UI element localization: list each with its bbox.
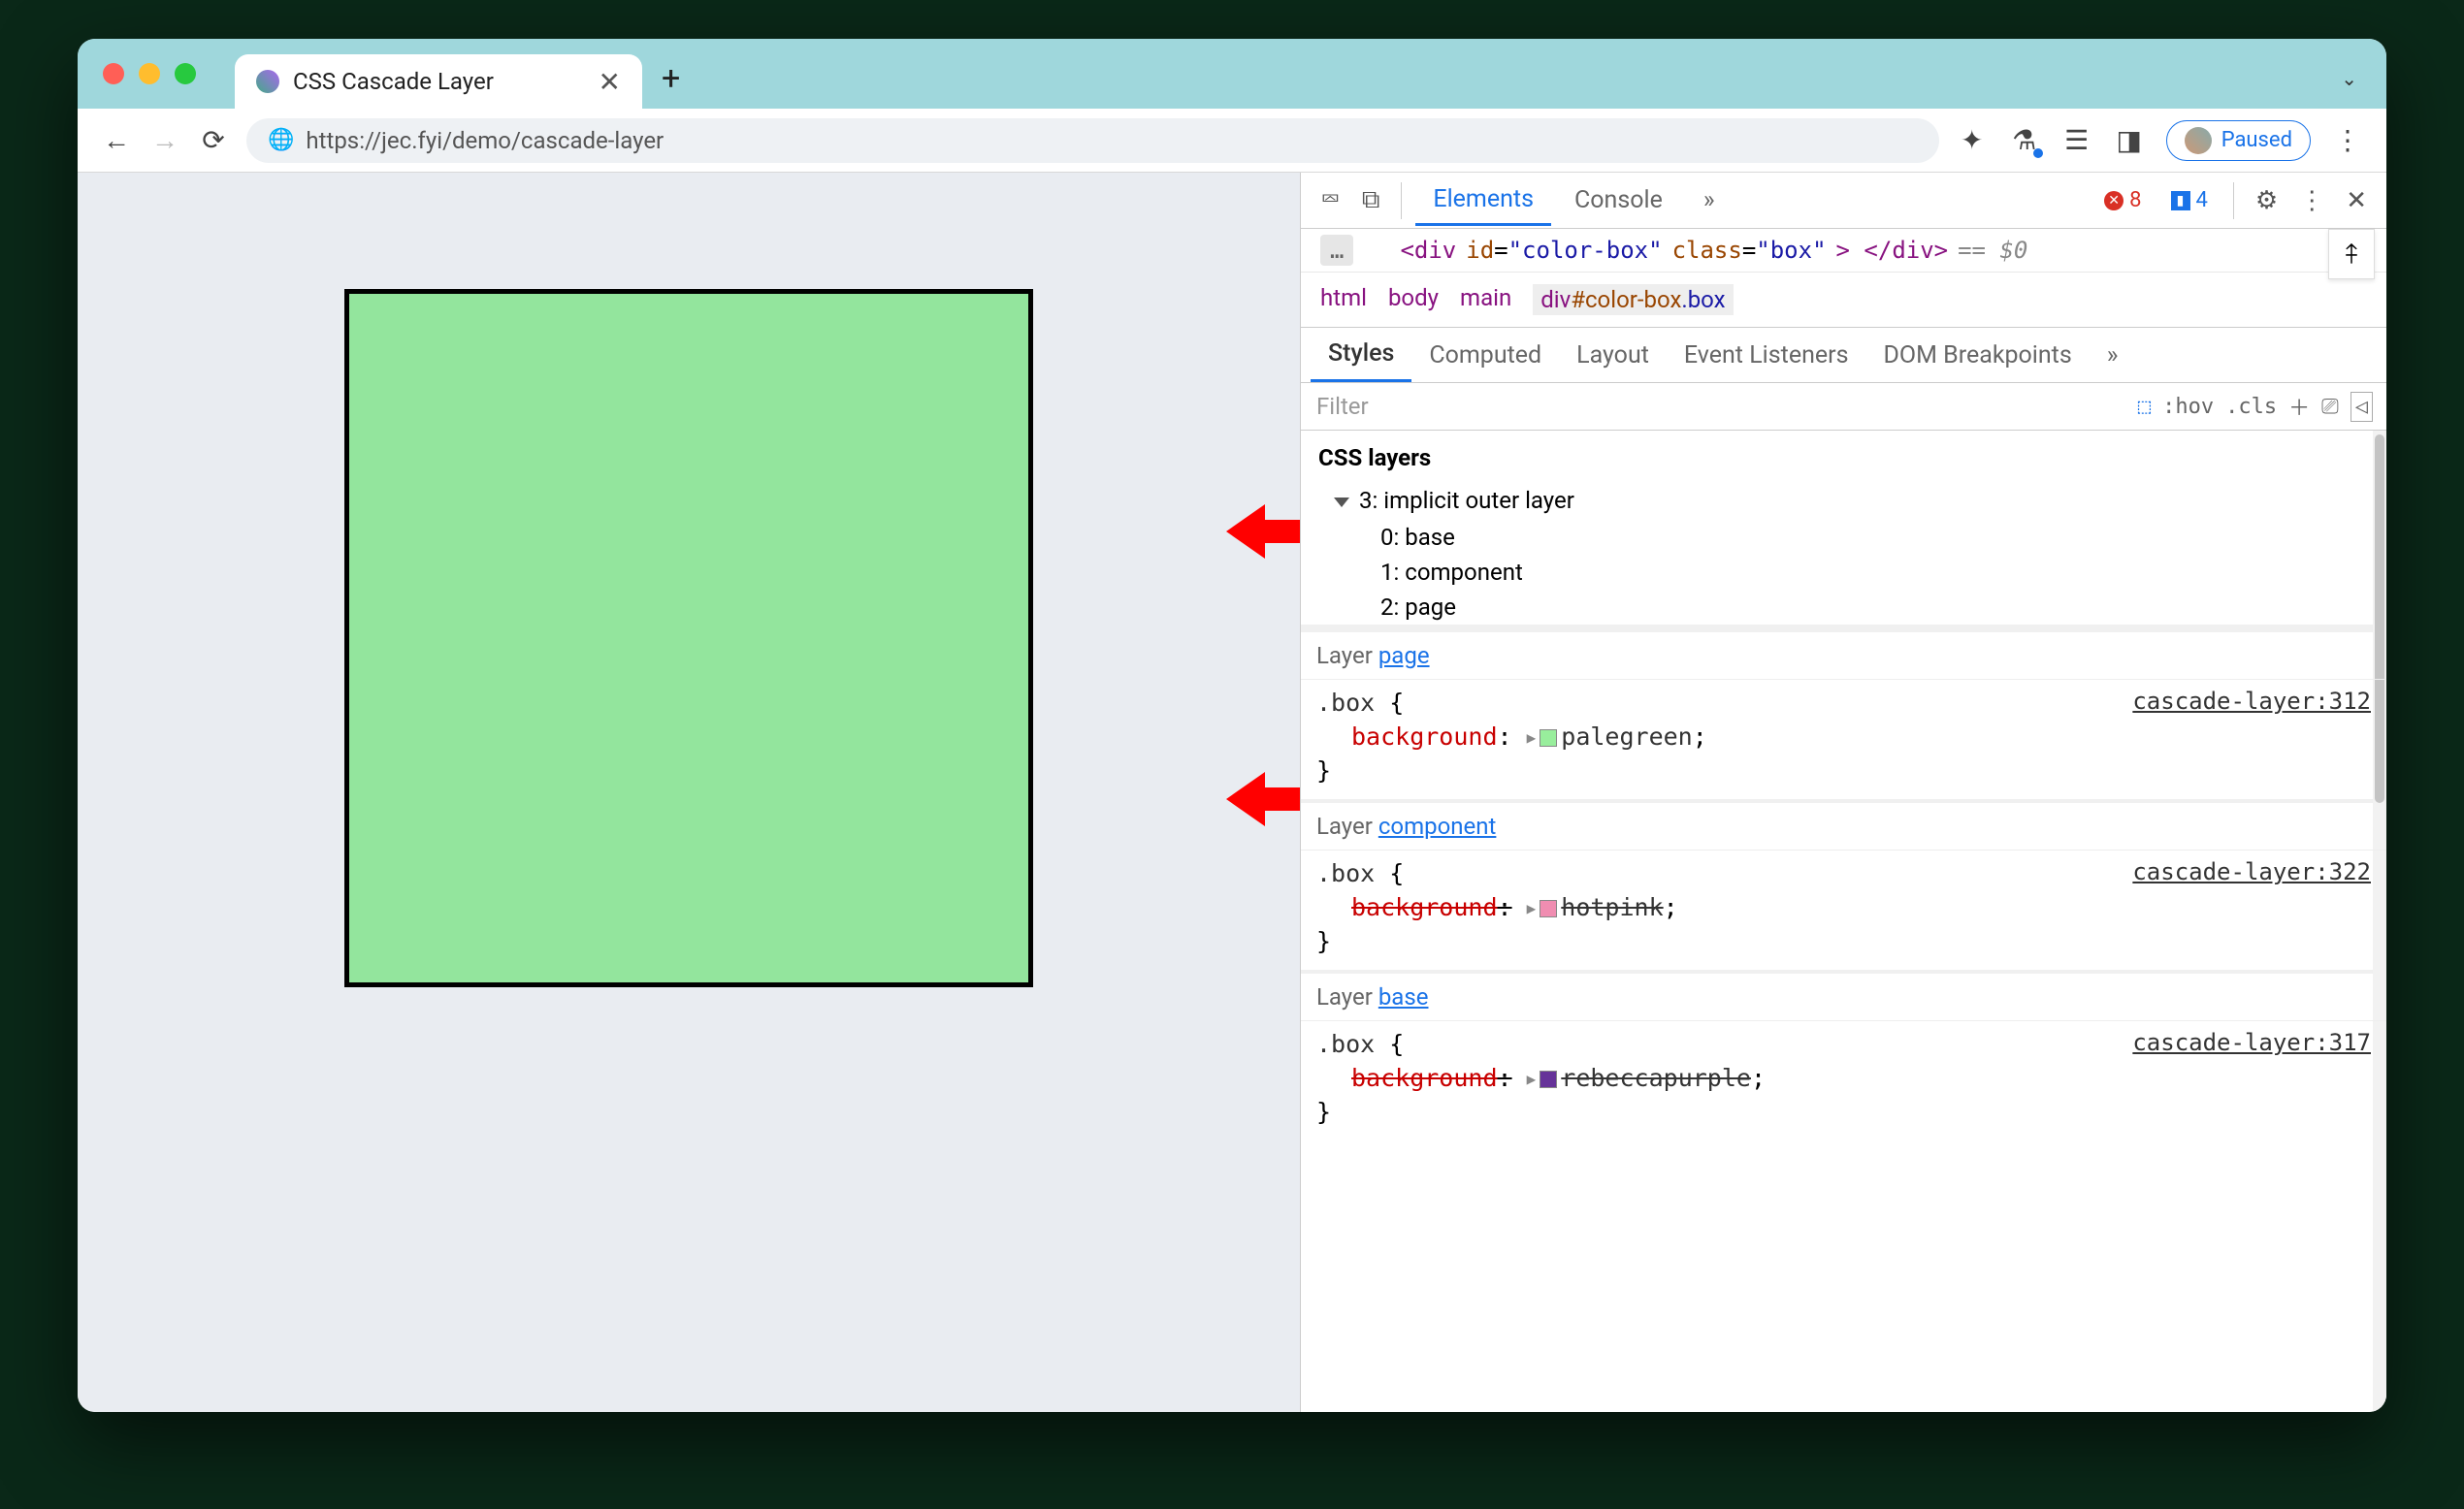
cls-button[interactable]: .cls [2225, 395, 2277, 419]
tab-strip: CSS Cascade Layer ✕ + ⌄ [78, 39, 2386, 109]
layer-link[interactable]: page [1378, 642, 1430, 669]
css-layers-title: CSS layers [1301, 431, 2386, 481]
color-swatch[interactable] [1540, 900, 1557, 917]
device-toggle-icon[interactable]: ⧉ [1354, 185, 1388, 215]
maximize-window-button[interactable] [175, 63, 196, 84]
window-controls [103, 63, 196, 84]
rule-body[interactable]: cascade-layer:317 .box { background: ▶re… [1301, 1020, 2386, 1140]
rule-body[interactable]: cascade-layer:312 .box { background: ▶pa… [1301, 679, 2386, 799]
disclosure-triangle-icon[interactable] [1334, 498, 1349, 507]
close-devtools-button[interactable]: ✕ [2338, 186, 2375, 215]
info-count[interactable]: ▮4 [2159, 185, 2220, 215]
layers-toggle-icon[interactable]: ⬚ [2138, 395, 2151, 419]
color-swatch[interactable] [1540, 1071, 1557, 1088]
rule-layer-label: Layer component [1301, 803, 2386, 850]
devtools-toolbar: ⮹ ⧉ Elements Console » ✕8 ▮4 ⚙ ⋮ ✕ [1301, 173, 2386, 229]
style-rule: Layer page cascade-layer:312 .box { back… [1301, 625, 2386, 799]
breadcrumb-item-selected[interactable]: div#color-box.box [1533, 284, 1733, 315]
styles-body: CSS layers 3: implicit outer layer 0: ba… [1301, 431, 2386, 1412]
tab-styles[interactable]: Styles [1311, 328, 1411, 382]
browser-window: CSS Cascade Layer ✕ + ⌄ ← → ⟳ 🌐 https://… [78, 39, 2386, 1412]
selected-element[interactable]: … <div id="color-box" class="box" > </di… [1301, 229, 2386, 273]
color-swatch[interactable] [1540, 729, 1557, 747]
tab-layout[interactable]: Layout [1559, 330, 1667, 381]
tab-title: CSS Cascade Layer [293, 68, 599, 95]
styles-filter-tools: ⬚ :hov .cls ＋ ⎚ ◁ [2124, 391, 2386, 422]
reading-list-icon[interactable]: ☰ [2061, 124, 2092, 156]
computed-toggle-icon[interactable]: ⎚ [2321, 395, 2339, 419]
kebab-menu-button[interactable]: ⋮ [2332, 124, 2363, 156]
side-panel-icon[interactable]: ◨ [2114, 124, 2145, 156]
style-rule: Layer component cascade-layer:322 .box {… [1301, 799, 2386, 970]
tab-more[interactable]: » [1686, 177, 1733, 224]
content-area: ⤉ ⮹ ⧉ Elements Console » ✕8 ▮4 ⚙ ⋮ ✕ … <… [78, 173, 2386, 1412]
rule-body[interactable]: cascade-layer:322 .box { background: ▶ho… [1301, 850, 2386, 970]
accessibility-icon[interactable]: ⤉ [2328, 229, 2375, 279]
browser-tab[interactable]: CSS Cascade Layer ✕ [235, 54, 642, 109]
styles-filter-row: Filter ⬚ :hov .cls ＋ ⎚ ◁ [1301, 383, 2386, 431]
toolbar-right: ✦ ⚗ ☰ ◨ Paused ⋮ [1957, 120, 2363, 161]
source-link[interactable]: cascade-layer:322 [2132, 856, 2371, 889]
breadcrumb-item[interactable]: main [1460, 284, 1511, 315]
url-input[interactable]: 🌐 https://jec.fyi/demo/cascade-layer [246, 118, 1939, 163]
devtools-panel: ⤉ ⮹ ⧉ Elements Console » ✕8 ▮4 ⚙ ⋮ ✕ … <… [1300, 173, 2386, 1412]
url-text: https://jec.fyi/demo/cascade-layer [306, 127, 664, 154]
color-box [344, 289, 1033, 987]
styles-filter-input[interactable]: Filter [1301, 383, 2124, 430]
new-tab-button[interactable]: + [662, 59, 680, 98]
layer-item[interactable]: 0: base [1301, 520, 2386, 555]
source-link[interactable]: cascade-layer:312 [2132, 686, 2371, 719]
favicon-icon [256, 70, 279, 93]
breadcrumb-item[interactable]: html [1320, 284, 1367, 315]
forward-button[interactable]: → [149, 124, 180, 156]
close-window-button[interactable] [103, 63, 124, 84]
annotation-arrow-2 [1226, 768, 1304, 834]
tab-computed[interactable]: Computed [1411, 330, 1559, 381]
layer-link[interactable]: component [1378, 813, 1497, 840]
layer-root[interactable]: 3: implicit outer layer [1301, 481, 2386, 520]
dom-breadcrumb: html body main div#color-box.box [1301, 273, 2386, 328]
experiments-icon[interactable]: ⚗ [2009, 124, 2040, 156]
source-link[interactable]: cascade-layer:317 [2132, 1027, 2371, 1060]
back-button[interactable]: ← [101, 124, 132, 156]
tab-more-styles[interactable]: » [2090, 330, 2136, 381]
avatar-icon [2185, 127, 2212, 154]
address-bar: ← → ⟳ 🌐 https://jec.fyi/demo/cascade-lay… [78, 109, 2386, 173]
settings-icon[interactable]: ⚙ [2248, 186, 2286, 215]
annotation-arrow-1 [1226, 500, 1304, 566]
new-rule-button[interactable]: ＋ [2288, 391, 2310, 422]
style-rule: Layer base cascade-layer:317 .box { back… [1301, 970, 2386, 1140]
rule-layer-label: Layer base [1301, 974, 2386, 1020]
profile-paused-button[interactable]: Paused [2166, 120, 2311, 161]
layer-link[interactable]: base [1378, 983, 1429, 1011]
rule-layer-label: Layer page [1301, 632, 2386, 679]
ellipsis-icon[interactable]: … [1320, 235, 1353, 266]
minimize-window-button[interactable] [139, 63, 160, 84]
paused-label: Paused [2221, 128, 2292, 152]
breadcrumb-item[interactable]: body [1388, 284, 1439, 315]
layer-item-selected[interactable]: 2: page [1301, 590, 2386, 625]
reload-button[interactable]: ⟳ [198, 124, 229, 156]
sidebar-toggle-icon[interactable]: ◁ [2351, 392, 2373, 422]
styles-tabs: Styles Computed Layout Event Listeners D… [1301, 328, 2386, 383]
tab-console[interactable]: Console [1557, 177, 1680, 224]
devtools-menu-icon[interactable]: ⋮ [2291, 186, 2332, 215]
page-viewport [78, 173, 1300, 1412]
hov-button[interactable]: :hov [2162, 395, 2214, 419]
site-info-icon[interactable]: 🌐 [268, 128, 294, 152]
tab-dom-breakpoints[interactable]: DOM Breakpoints [1866, 330, 2090, 381]
inspect-icon[interactable]: ⮹ [1313, 185, 1348, 215]
tab-elements[interactable]: Elements [1415, 176, 1551, 226]
extensions-icon[interactable]: ✦ [1957, 124, 1988, 156]
close-tab-button[interactable]: ✕ [599, 66, 621, 98]
layer-item[interactable]: 1: component [1301, 555, 2386, 590]
tabs-dropdown-button[interactable]: ⌄ [2341, 67, 2357, 90]
tab-event-listeners[interactable]: Event Listeners [1667, 330, 1866, 381]
error-count[interactable]: ✕8 [2092, 185, 2153, 215]
